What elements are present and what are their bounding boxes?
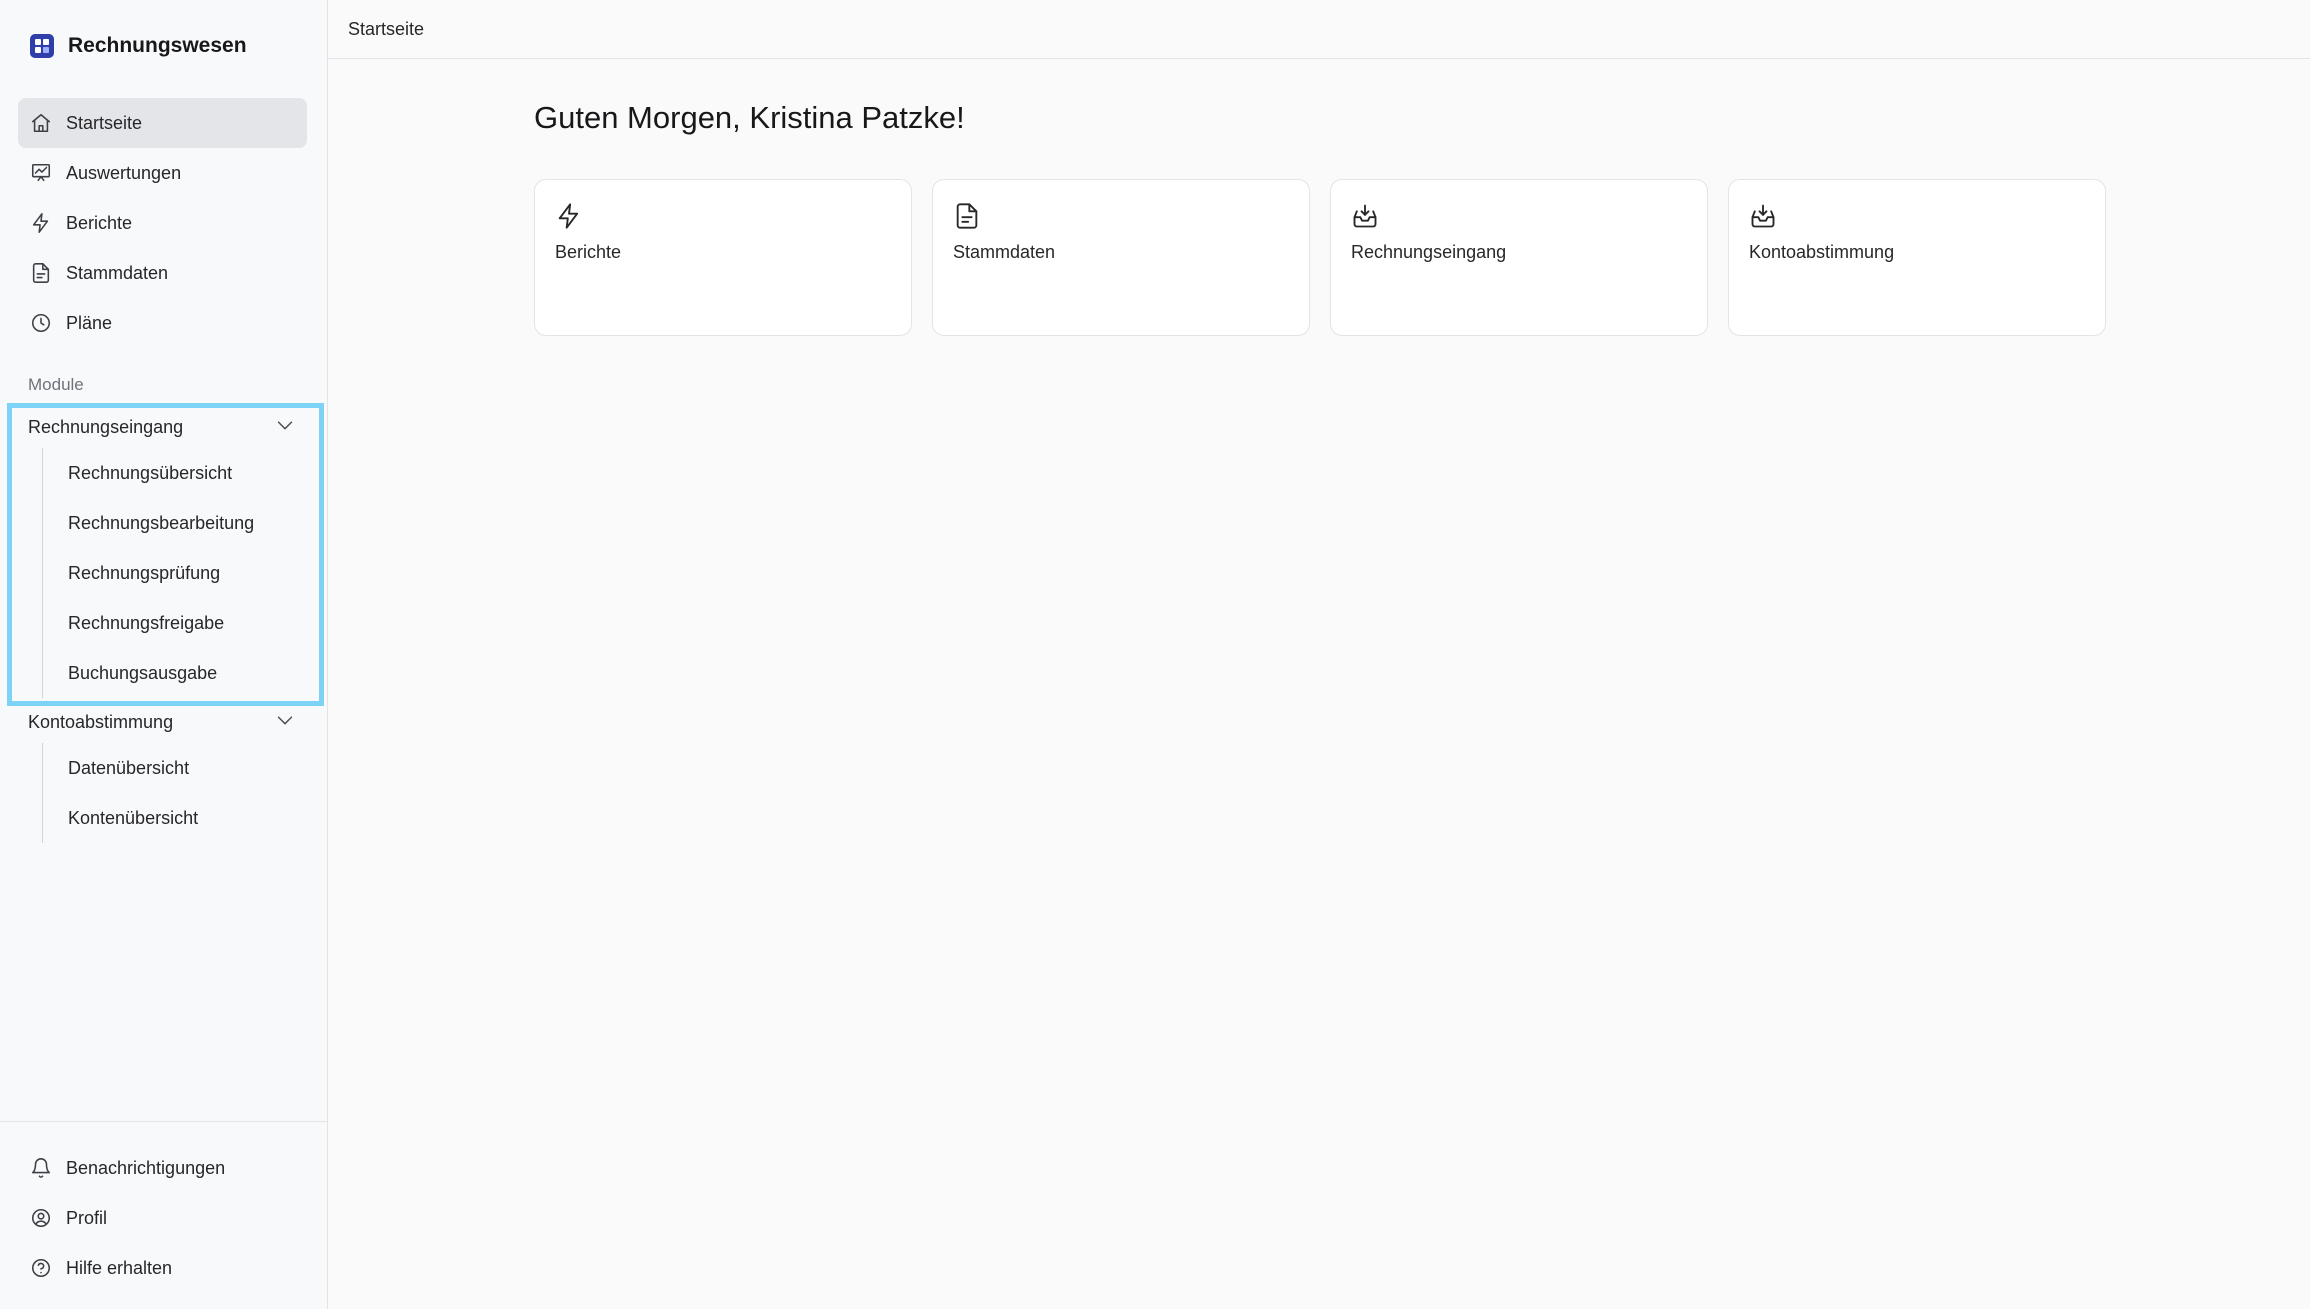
bell-icon [31, 1158, 51, 1178]
module-group-kontoabstimmung: Kontoabstimmung Datenübersicht Kontenübe… [28, 701, 296, 843]
card-label: Kontoabstimmung [1749, 242, 1895, 262]
chevron-down-icon [274, 414, 296, 441]
modules-section-label: Module [28, 375, 84, 394]
card-stammdaten[interactable]: Stammdaten [932, 179, 1310, 336]
sidebar-item-startseite[interactable]: Startseite [18, 98, 307, 148]
module-sub-list: Rechnungsübersicht Rechnungsbearbeitung … [42, 448, 296, 698]
chevron-down-icon [274, 709, 296, 736]
inbox-download-icon [1751, 204, 1775, 228]
sidebar-item-hilfe[interactable]: Hilfe erhalten [18, 1243, 307, 1293]
chart-board-icon [31, 163, 51, 182]
sub-item-buchungsausgabe[interactable]: Buchungsausgabe [68, 648, 296, 698]
clock-icon [31, 313, 51, 333]
sidebar-item-stammdaten[interactable]: Stammdaten [18, 248, 307, 298]
sidebar-item-berichte[interactable]: Berichte [18, 198, 307, 248]
breadcrumb[interactable]: Startseite [348, 19, 424, 40]
sidebar-item-label: Benachrichtigungen [66, 1157, 226, 1178]
card-label: Rechnungseingang [1351, 242, 1507, 262]
card-label: Berichte [555, 242, 622, 262]
page-title: Guten Morgen, Kristina Patzke! [534, 100, 965, 135]
help-circle-icon [31, 1258, 51, 1278]
module-sub-list: Datenübersicht Kontenübersicht [42, 743, 296, 843]
sub-item-kontenuebersicht[interactable]: Kontenübersicht [68, 793, 296, 843]
card-kontoabstimmung[interactable]: Kontoabstimmung [1728, 179, 2106, 336]
sub-item-rechnungsbearbeitung[interactable]: Rechnungsbearbeitung [68, 498, 296, 548]
brand-title: Rechnungswesen [68, 34, 247, 57]
main-nav: Startseite Auswertungen Berichte Stammda… [18, 98, 307, 348]
inbox-download-icon [1353, 204, 1377, 228]
card-rechnungseingang[interactable]: Rechnungseingang [1330, 179, 1708, 336]
sidebar-item-auswertungen[interactable]: Auswertungen [18, 148, 307, 198]
footer-nav: Benachrichtigungen Profil Hilfe erhalten [18, 1143, 307, 1293]
sub-item-datenuebersicht[interactable]: Datenübersicht [68, 743, 296, 793]
sidebar-item-label: Hilfe erhalten [66, 1257, 173, 1278]
sidebar-item-benachrichtigungen[interactable]: Benachrichtigungen [18, 1143, 307, 1193]
sidebar: Rechnungswesen Startseite Auswertungen B… [0, 0, 328, 1309]
sidebar-item-label: Auswertungen [66, 162, 182, 183]
app-root: Rechnungswesen Startseite Auswertungen B… [0, 0, 2310, 1309]
module-group-rechnungseingang: Rechnungseingang Rechnungsübersicht Rech… [28, 406, 296, 698]
sidebar-item-profil[interactable]: Profil [18, 1193, 307, 1243]
sidebar-divider [0, 1121, 327, 1122]
sidebar-item-label: Berichte [66, 212, 133, 233]
sub-item-rechnungsfreigabe[interactable]: Rechnungsfreigabe [68, 598, 296, 648]
sidebar-item-label: Startseite [66, 112, 143, 133]
card-berichte[interactable]: Berichte [534, 179, 912, 336]
card-label: Stammdaten [953, 242, 1056, 262]
module-group-label: Kontoabstimmung [28, 711, 174, 732]
home-icon [31, 113, 51, 133]
quick-access-cards: Berichte Stammdaten Rechnungseingang Kon… [534, 179, 2106, 336]
lightning-icon [32, 213, 49, 233]
document-icon [32, 263, 50, 283]
sidebar-item-plaene[interactable]: Pläne [18, 298, 307, 348]
brand[interactable]: Rechnungswesen [30, 34, 247, 58]
module-group-label: Rechnungseingang [28, 416, 184, 437]
user-circle-icon [31, 1208, 51, 1228]
lightning-icon [558, 203, 579, 229]
sub-item-rechnungspruefung[interactable]: Rechnungsprüfung [68, 548, 296, 598]
module-group-toggle-kontoabstimmung[interactable]: Kontoabstimmung [28, 701, 296, 743]
main-content: Startseite Guten Morgen, Kristina Patzke… [328, 0, 2310, 1309]
sidebar-item-label: Profil [66, 1207, 108, 1228]
sidebar-item-label: Stammdaten [66, 262, 169, 283]
topbar: Startseite [328, 0, 2310, 59]
sub-item-rechnungsuebersicht[interactable]: Rechnungsübersicht [68, 448, 296, 498]
sidebar-item-label: Pläne [66, 312, 113, 333]
document-icon [956, 203, 978, 229]
module-group-toggle-rechnungseingang[interactable]: Rechnungseingang [28, 406, 296, 448]
app-logo-icon [30, 34, 54, 58]
